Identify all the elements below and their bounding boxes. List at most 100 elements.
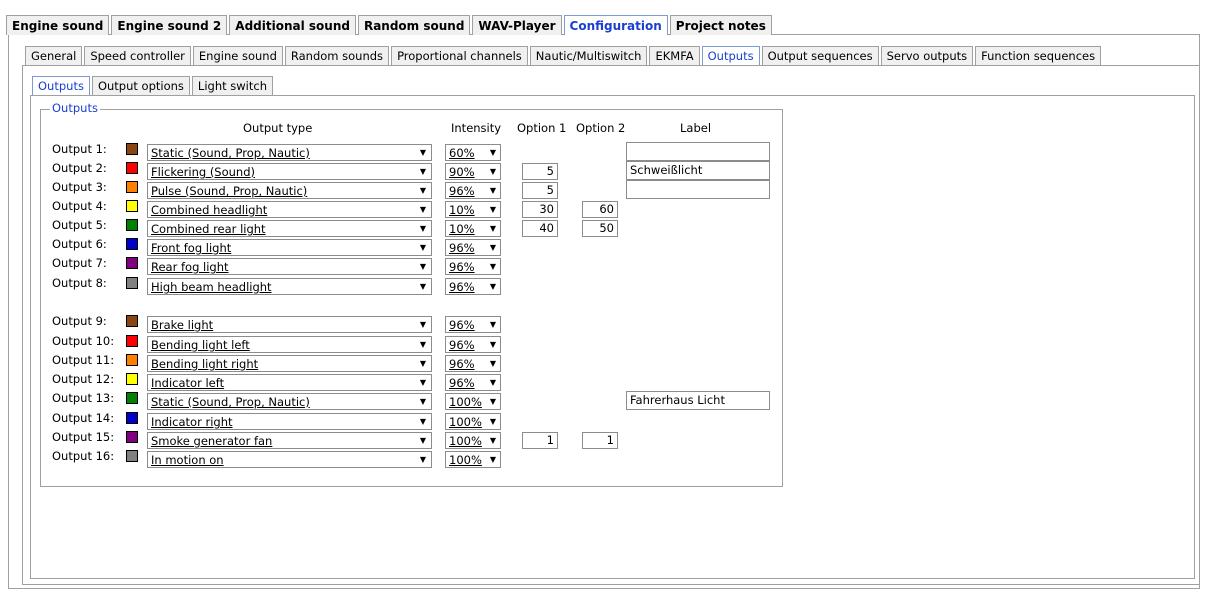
subtab-speed-controller[interactable]: Speed controller <box>84 46 191 65</box>
output-type-select[interactable]: Front fog light ▼ <box>147 239 432 256</box>
option-1-field[interactable]: 5 <box>522 163 558 180</box>
intensity-select[interactable]: 96% ▼ <box>445 374 501 391</box>
chevron-down-icon[interactable]: ▼ <box>415 279 431 294</box>
output-type-select[interactable]: Flickering (Sound) ▼ <box>147 163 432 180</box>
chevron-down-icon[interactable]: ▼ <box>486 452 500 467</box>
output-type-select[interactable]: Brake light ▼ <box>147 316 432 333</box>
chevron-down-icon[interactable]: ▼ <box>415 433 431 448</box>
output-type-select[interactable]: Static (Sound, Prop, Nautic) ▼ <box>147 144 432 161</box>
outtab-outputs[interactable]: Outputs <box>32 76 90 95</box>
label-field[interactable]: Fahrerhaus Licht <box>626 391 770 410</box>
chevron-down-icon[interactable]: ▼ <box>415 337 431 352</box>
label-field[interactable] <box>626 142 770 161</box>
intensity-select[interactable]: 100% ▼ <box>445 432 501 449</box>
chevron-down-icon[interactable]: ▼ <box>415 375 431 390</box>
output-type-select[interactable]: Indicator right ▼ <box>147 413 432 430</box>
output-type-select[interactable]: Combined rear light ▼ <box>147 220 432 237</box>
intensity-select[interactable]: 96% ▼ <box>445 316 501 333</box>
subtab-general[interactable]: General <box>25 46 83 65</box>
chevron-down-icon[interactable]: ▼ <box>415 202 431 217</box>
outtab-light-switch[interactable]: Light switch <box>191 76 273 95</box>
chevron-down-icon[interactable]: ▼ <box>486 240 500 255</box>
intensity-select[interactable]: 60% ▼ <box>445 144 501 161</box>
intensity-select[interactable]: 96% ▼ <box>445 336 501 353</box>
output-type-select[interactable]: Bending light left ▼ <box>147 336 432 353</box>
intensity-select[interactable]: 100% ▼ <box>445 451 501 468</box>
chevron-down-icon[interactable]: ▼ <box>415 317 431 332</box>
intensity-select[interactable]: 96% ▼ <box>445 182 501 199</box>
chevron-down-icon[interactable]: ▼ <box>415 183 431 198</box>
tab-random-sound[interactable]: Random sound <box>357 15 471 35</box>
chevron-down-icon[interactable]: ▼ <box>415 221 431 236</box>
output-type-select[interactable]: Indicator left ▼ <box>147 374 432 391</box>
intensity-select[interactable]: 100% ▼ <box>445 413 501 430</box>
intensity-select[interactable]: 96% ▼ <box>445 258 501 275</box>
intensity-select[interactable]: 90% ▼ <box>445 163 501 180</box>
subtab-output-sequences[interactable]: Output sequences <box>761 46 879 65</box>
chevron-down-icon[interactable]: ▼ <box>415 259 431 274</box>
intensity-select[interactable]: 100% ▼ <box>445 393 501 410</box>
chevron-down-icon[interactable]: ▼ <box>486 433 500 448</box>
chevron-down-icon[interactable]: ▼ <box>486 183 500 198</box>
output-type-select[interactable]: High beam headlight ▼ <box>147 278 432 295</box>
chevron-down-icon[interactable]: ▼ <box>486 164 500 179</box>
chevron-down-icon[interactable]: ▼ <box>415 356 431 371</box>
tab-engine-sound-2[interactable]: Engine sound 2 <box>111 15 228 35</box>
chevron-down-icon[interactable]: ▼ <box>486 145 500 160</box>
chevron-down-icon[interactable]: ▼ <box>486 317 500 332</box>
option-2-field[interactable]: 50 <box>582 220 618 237</box>
chevron-down-icon[interactable]: ▼ <box>486 259 500 274</box>
chevron-down-icon[interactable]: ▼ <box>486 337 500 352</box>
chevron-down-icon[interactable]: ▼ <box>486 414 500 429</box>
option-1-field[interactable]: 1 <box>522 432 558 449</box>
tab-configuration[interactable]: Configuration <box>563 15 668 35</box>
intensity-select[interactable]: 96% ▼ <box>445 239 501 256</box>
subtab-ekmfa[interactable]: EKMFA <box>649 46 700 65</box>
tab-project-notes[interactable]: Project notes <box>669 15 772 35</box>
subtab-proportional-channels[interactable]: Proportional channels <box>391 46 528 65</box>
tab-additional-sound[interactable]: Additional sound <box>229 15 356 35</box>
intensity-select[interactable]: 10% ▼ <box>445 201 501 218</box>
chevron-down-icon[interactable]: ▼ <box>486 375 500 390</box>
option-1-field[interactable]: 30 <box>522 201 558 218</box>
subtab-outputs[interactable]: Outputs <box>701 46 760 65</box>
option-2-field[interactable]: 60 <box>582 201 618 218</box>
subtab-function-sequences[interactable]: Function sequences <box>975 46 1102 65</box>
output-type-select[interactable]: Rear fog light ▼ <box>147 258 432 275</box>
output-type-select[interactable]: In motion on ▼ <box>147 451 432 468</box>
subtab-nautic-multiswitch[interactable]: Nautic/Multiswitch <box>529 46 648 65</box>
outtab-output-options[interactable]: Output options <box>91 76 190 95</box>
output-name: Output 8: <box>52 276 107 290</box>
chevron-down-icon[interactable]: ▼ <box>415 414 431 429</box>
output-type-select[interactable]: Combined headlight ▼ <box>147 201 432 218</box>
label-field[interactable]: Schweißlicht <box>626 161 770 180</box>
chevron-down-icon[interactable]: ▼ <box>486 279 500 294</box>
chevron-down-icon[interactable]: ▼ <box>486 202 500 217</box>
intensity-select[interactable]: 96% ▼ <box>445 278 501 295</box>
subtab-engine-sound[interactable]: Engine sound <box>192 46 283 65</box>
subtab-random-sounds[interactable]: Random sounds <box>284 46 390 65</box>
option-1-field[interactable]: 40 <box>522 220 558 237</box>
subtab-servo-outputs[interactable]: Servo outputs <box>880 46 974 65</box>
intensity-select[interactable]: 96% ▼ <box>445 355 501 372</box>
intensity-select[interactable]: 10% ▼ <box>445 220 501 237</box>
option-2-field[interactable]: 1 <box>582 432 618 449</box>
output-type-select[interactable]: Pulse (Sound, Prop, Nautic) ▼ <box>147 182 432 199</box>
chevron-down-icon[interactable]: ▼ <box>415 240 431 255</box>
output-name: Output 12: <box>52 372 115 386</box>
chevron-down-icon[interactable]: ▼ <box>415 452 431 467</box>
tab-wav-player[interactable]: WAV-Player <box>472 15 562 35</box>
color-swatch <box>126 373 138 385</box>
chevron-down-icon[interactable]: ▼ <box>415 394 431 409</box>
output-type-select[interactable]: Smoke generator fan ▼ <box>147 432 432 449</box>
option-1-field[interactable]: 5 <box>522 182 558 199</box>
tab-engine-sound[interactable]: Engine sound <box>6 15 110 35</box>
chevron-down-icon[interactable]: ▼ <box>415 145 431 160</box>
chevron-down-icon[interactable]: ▼ <box>486 356 500 371</box>
chevron-down-icon[interactable]: ▼ <box>486 394 500 409</box>
chevron-down-icon[interactable]: ▼ <box>415 164 431 179</box>
chevron-down-icon[interactable]: ▼ <box>486 221 500 236</box>
output-type-select[interactable]: Static (Sound, Prop, Nautic) ▼ <box>147 393 432 410</box>
output-type-select[interactable]: Bending light right ▼ <box>147 355 432 372</box>
label-field[interactable] <box>626 180 770 199</box>
